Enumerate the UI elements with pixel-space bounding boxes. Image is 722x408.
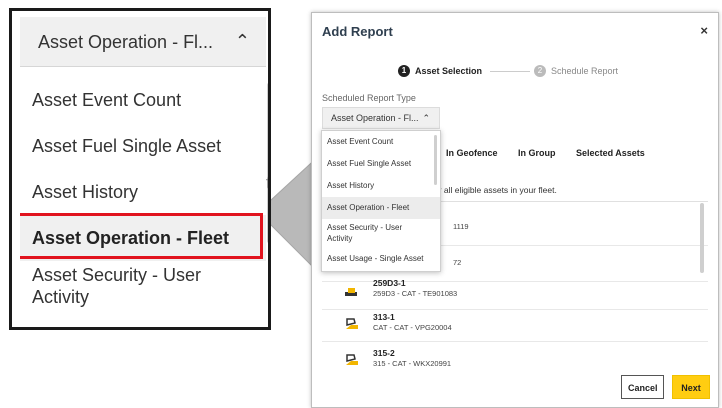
step-label: Asset Selection xyxy=(415,66,483,76)
report-type-select[interactable]: Asset Operation - Fl... ⌃ xyxy=(322,107,440,129)
asset-desc: 259D3 - CAT - TE901083 xyxy=(373,289,458,298)
next-button[interactable]: Next xyxy=(672,375,710,399)
option-asset-fuel-single-asset[interactable]: Asset Fuel Single Asset xyxy=(322,153,440,175)
asset-row[interactable]: 335-1 xyxy=(322,368,708,374)
zoom-option-asset-event-count[interactable]: Asset Event Count xyxy=(20,77,266,123)
zoom-option-asset-operation-fleet[interactable]: Asset Operation - Fleet xyxy=(20,213,266,261)
option-asset-security-user-activity[interactable]: Asset Security - User Activity xyxy=(322,219,427,248)
tab-in-geofence[interactable]: In Geofence xyxy=(446,148,498,158)
step-divider xyxy=(490,71,530,72)
asset-desc: CAT - CAT - VPG20004 xyxy=(373,323,452,332)
asset-desc: 72 xyxy=(453,258,462,267)
option-asset-event-count[interactable]: Asset Event Count xyxy=(322,131,440,153)
excavator-icon xyxy=(346,354,358,365)
step-number: 2 xyxy=(534,65,546,77)
asset-desc: 315 - CAT - WKX20991 xyxy=(373,359,452,368)
asset-name: 259D3-1 xyxy=(373,278,406,288)
zoom-callout: Asset Operation - Fl... ⌃ Asset Event Co… xyxy=(9,8,271,330)
option-asset-history[interactable]: Asset History xyxy=(322,175,440,197)
asset-list-scrollbar[interactable] xyxy=(700,203,704,273)
zoom-option-asset-fuel-single-asset[interactable]: Asset Fuel Single Asset xyxy=(20,123,266,169)
dropdown-scrollbar[interactable] xyxy=(434,135,437,185)
step-schedule-report: 2 Schedule Report xyxy=(534,65,618,77)
report-type-value: Asset Operation - Fl... xyxy=(331,113,419,123)
option-asset-operation-fleet[interactable]: Asset Operation - Fleet xyxy=(322,197,440,219)
tab-in-group[interactable]: In Group xyxy=(518,148,556,158)
asset-row[interactable]: 313-1 CAT - CAT - VPG20004 xyxy=(322,306,708,342)
asset-scope-tabs: In Geofence In Group Selected Assets xyxy=(446,148,663,158)
asset-name: 315-2 xyxy=(373,348,395,358)
zoom-peek-text: tl xyxy=(266,173,271,193)
chevron-up-icon: ⌃ xyxy=(422,113,430,123)
cancel-button[interactable]: Cancel xyxy=(621,375,664,399)
tab-selected-assets[interactable]: Selected Assets xyxy=(576,148,645,158)
zoom-report-type-select[interactable]: Asset Operation - Fl... ⌃ xyxy=(20,17,266,67)
asset-name: 313-1 xyxy=(373,312,395,322)
step-label: Schedule Report xyxy=(551,66,619,76)
asset-desc: 1119 xyxy=(453,222,469,231)
step-asset-selection: 1 Asset Selection xyxy=(398,65,482,77)
chevron-up-icon: ⌃ xyxy=(234,31,250,51)
zoom-option-asset-history[interactable]: Asset History xyxy=(20,169,266,215)
step-number: 1 xyxy=(398,65,410,77)
zoom-scrollbar[interactable] xyxy=(267,83,268,243)
excavator-icon xyxy=(346,318,358,329)
option-asset-usage-single-asset[interactable]: Asset Usage - Single Asset xyxy=(322,248,440,270)
zoom-select-value: Asset Operation - Fl... xyxy=(38,32,214,52)
scope-info-text: or all eligible assets in your fleet. xyxy=(434,185,557,195)
zoom-peek-text-bottom: 7 xyxy=(268,317,271,330)
asset-row[interactable]: 259D3-1 259D3 - CAT - TE901083 xyxy=(322,274,708,310)
close-icon[interactable]: × xyxy=(700,23,708,38)
report-type-label: Scheduled Report Type xyxy=(322,93,416,103)
dialog-title: Add Report xyxy=(322,24,393,39)
report-type-dropdown: Asset Event Count Asset Fuel Single Asse… xyxy=(321,130,441,272)
zoom-option-asset-security-user-activity[interactable]: Asset Security - User Activity xyxy=(20,261,232,308)
zoom-dropdown-list: Asset Event Count Asset Fuel Single Asse… xyxy=(20,77,266,327)
excavator-icon xyxy=(345,288,357,296)
